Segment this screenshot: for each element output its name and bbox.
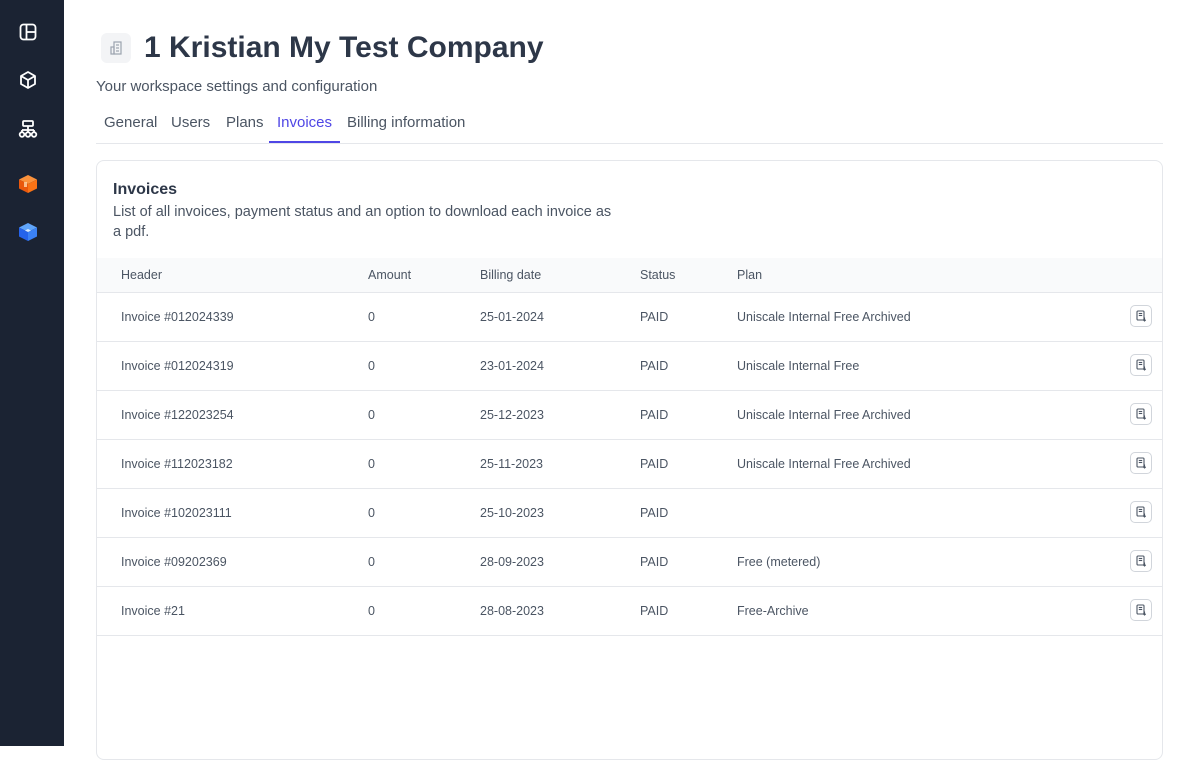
column-header-status: Status	[640, 268, 676, 282]
tab-general[interactable]: General	[96, 107, 165, 141]
sitemap-icon[interactable]	[14, 115, 42, 143]
invoice-amount: 0	[368, 506, 375, 520]
tab-invoices[interactable]: Invoices	[269, 107, 341, 143]
tab-billing-information[interactable]: Billing information	[339, 107, 473, 141]
download-invoice-button[interactable]	[1130, 501, 1152, 523]
invoice-plan: Free (metered)	[737, 555, 821, 569]
table-row: Invoice #112023182 0 25-11-2023 PAID Uni…	[97, 440, 1162, 489]
invoice-header: Invoice #09202369	[121, 555, 227, 569]
download-invoice-button[interactable]	[1130, 305, 1152, 327]
settings-tabs: General Users Plans Invoices Billing inf…	[96, 107, 1163, 144]
orange-box-logo-icon[interactable]	[14, 170, 42, 198]
tab-users[interactable]: Users	[163, 107, 218, 141]
invoice-billing-date: 25-01-2024	[480, 310, 544, 324]
invoice-status: PAID	[640, 604, 669, 618]
tab-plans[interactable]: Plans	[218, 107, 272, 141]
download-invoice-button[interactable]	[1130, 452, 1152, 474]
receipt-download-icon	[1136, 506, 1147, 518]
cube-icon[interactable]	[14, 66, 42, 94]
invoice-status: PAID	[640, 506, 669, 520]
receipt-download-icon	[1136, 359, 1147, 371]
invoice-header: Invoice #012024339	[121, 310, 234, 324]
receipt-download-icon	[1136, 457, 1147, 469]
invoice-header: Invoice #122023254	[121, 408, 234, 422]
table-header: Header Amount Billing date Status Plan	[97, 258, 1162, 293]
download-invoice-button[interactable]	[1130, 354, 1152, 376]
invoice-billing-date: 28-08-2023	[480, 604, 544, 618]
invoice-status: PAID	[640, 457, 669, 471]
blue-cube-logo-icon[interactable]	[14, 218, 42, 246]
receipt-download-icon	[1136, 555, 1147, 567]
invoices-description: List of all invoices, payment status and…	[113, 204, 612, 240]
table-row: Invoice #012024319 0 23-01-2024 PAID Uni…	[97, 342, 1162, 391]
building-icon	[101, 33, 131, 63]
invoice-plan: Uniscale Internal Free	[737, 359, 860, 373]
sidebar	[0, 0, 64, 746]
invoice-amount: 0	[368, 408, 375, 422]
invoice-billing-date: 25-11-2023	[480, 457, 544, 471]
column-header-amount: Amount	[368, 268, 412, 282]
invoice-status: PAID	[640, 408, 669, 422]
receipt-download-icon	[1136, 310, 1147, 322]
invoice-amount: 0	[368, 555, 375, 569]
main-content: 1 Kristian My Test Company Your workspac…	[64, 0, 1185, 760]
column-header-header: Header	[121, 268, 162, 282]
invoice-billing-date: 28-09-2023	[480, 555, 544, 569]
invoice-header: Invoice #012024319	[121, 359, 234, 373]
invoice-status: PAID	[640, 310, 669, 324]
page-subtitle: Your workspace settings and configuratio…	[96, 78, 378, 95]
invoice-plan: Free-Archive	[737, 604, 809, 618]
table-row: Invoice #012024339 0 25-01-2024 PAID Uni…	[97, 293, 1162, 342]
table-row: Invoice #102023111 0 25-10-2023 PAID	[97, 489, 1162, 538]
page-title: 1 Kristian My Test Company	[144, 31, 544, 64]
invoice-amount: 0	[368, 457, 375, 471]
receipt-download-icon	[1136, 408, 1147, 420]
download-invoice-button[interactable]	[1130, 550, 1152, 572]
invoice-header: Invoice #21	[121, 604, 185, 618]
column-header-billing-date: Billing date	[480, 268, 542, 282]
invoice-billing-date: 23-01-2024	[480, 359, 544, 373]
invoices-title: Invoices	[113, 181, 178, 198]
invoice-status: PAID	[640, 555, 669, 569]
invoice-header: Invoice #102023111	[121, 506, 232, 520]
invoice-plan: Uniscale Internal Free Archived	[737, 457, 911, 471]
invoice-amount: 0	[368, 310, 375, 324]
download-invoice-button[interactable]	[1130, 599, 1152, 621]
invoice-billing-date: 25-12-2023	[480, 408, 544, 422]
invoice-amount: 0	[368, 604, 375, 618]
invoice-plan: Uniscale Internal Free Archived	[737, 408, 911, 422]
table-row: Invoice #122023254 0 25-12-2023 PAID Uni…	[97, 391, 1162, 440]
invoice-amount: 0	[368, 359, 375, 373]
table-row: Invoice #21 0 28-08-2023 PAID Free-Archi…	[97, 587, 1162, 636]
receipt-download-icon	[1136, 604, 1147, 616]
download-invoice-button[interactable]	[1130, 403, 1152, 425]
invoices-card: Invoices List of all invoices, payment s…	[96, 160, 1163, 760]
invoice-plan: Uniscale Internal Free Archived	[737, 310, 911, 324]
invoice-header: Invoice #112023182	[121, 457, 233, 471]
invoice-billing-date: 25-10-2023	[480, 506, 544, 520]
layout-icon[interactable]	[14, 18, 42, 46]
table-row: Invoice #09202369 0 28-09-2023 PAID Free…	[97, 538, 1162, 587]
invoice-status: PAID	[640, 359, 669, 373]
column-header-plan: Plan	[737, 268, 763, 282]
